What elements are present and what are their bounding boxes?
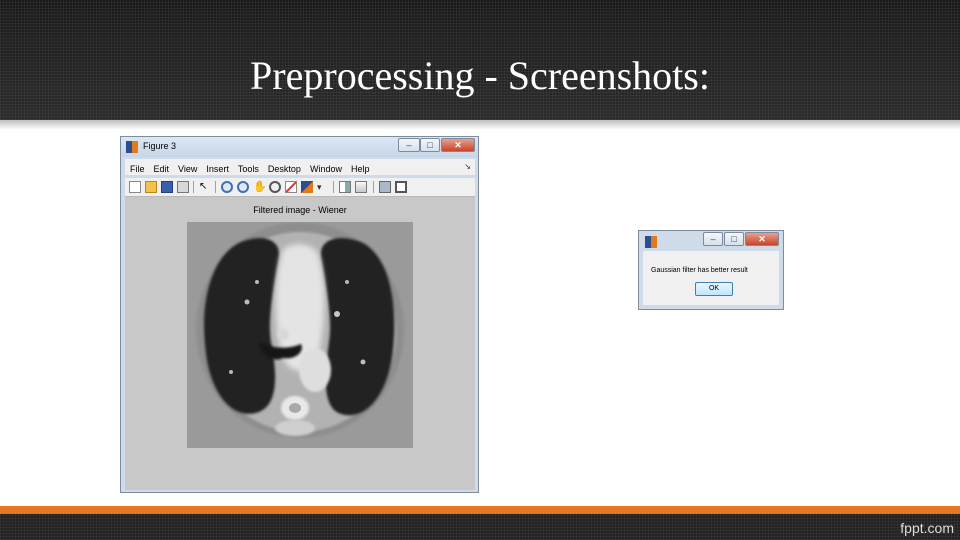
ct-scan-image bbox=[187, 222, 413, 448]
hide-plot-tools-icon[interactable] bbox=[379, 181, 391, 193]
show-plot-tools-icon[interactable] bbox=[395, 181, 407, 193]
footer-logo: fppt.com bbox=[900, 520, 954, 536]
dialog-message: Gaussian filter has better result bbox=[651, 267, 748, 274]
menu-desktop[interactable]: Desktop bbox=[263, 161, 305, 174]
rotate-3d-icon[interactable] bbox=[269, 181, 281, 193]
menu-view[interactable]: View bbox=[173, 161, 201, 174]
slide-title: Preprocessing - Screenshots: bbox=[250, 53, 710, 98]
toolbar-separator bbox=[373, 181, 374, 193]
axes-title: Filtered image - Wiener bbox=[253, 205, 347, 215]
save-icon[interactable] bbox=[161, 181, 173, 193]
figure-window: Figure 3 – □ ✕ File Edit View Insert Tools De… bbox=[120, 136, 479, 493]
menu-insert[interactable]: Insert bbox=[201, 161, 233, 174]
new-figure-icon[interactable] bbox=[129, 181, 141, 193]
menu-tools[interactable]: Tools bbox=[233, 161, 263, 174]
legend-icon[interactable] bbox=[355, 181, 367, 193]
toolbar-separator bbox=[333, 181, 334, 193]
figure-titlebar[interactable]: Figure 3 – □ ✕ bbox=[121, 137, 478, 157]
dock-arrow-icon[interactable]: ↘ bbox=[464, 162, 471, 171]
link-icon[interactable]: ▾ bbox=[317, 181, 329, 193]
figure-toolbar: ↖ ✋ ▾ bbox=[125, 177, 475, 197]
menu-file[interactable]: File bbox=[125, 161, 149, 174]
close-button[interactable]: ✕ bbox=[745, 232, 779, 246]
header-shadow bbox=[0, 120, 960, 130]
window-title: Figure 3 bbox=[143, 141, 177, 151]
dialog-body: Gaussian filter has better result OK bbox=[643, 251, 779, 305]
print-icon[interactable] bbox=[177, 181, 189, 193]
toolbar-separator bbox=[193, 181, 194, 193]
ok-button[interactable]: OK bbox=[695, 282, 733, 296]
open-file-icon[interactable] bbox=[145, 181, 157, 193]
data-cursor-icon[interactable] bbox=[285, 181, 297, 193]
colorbar-icon[interactable] bbox=[339, 181, 351, 193]
maximize-button[interactable]: □ bbox=[420, 138, 440, 152]
maximize-button[interactable]: □ bbox=[724, 232, 744, 246]
menu-edit[interactable]: Edit bbox=[149, 161, 174, 174]
pointer-icon[interactable]: ↖ bbox=[199, 181, 211, 193]
matlab-logo-icon bbox=[126, 141, 138, 153]
message-dialog: – □ ✕ Gaussian filter has better result … bbox=[638, 230, 784, 310]
zoom-in-icon[interactable] bbox=[221, 181, 233, 193]
footer-accent-bar bbox=[0, 506, 960, 514]
minimize-button[interactable]: – bbox=[703, 232, 723, 246]
brush-icon[interactable] bbox=[301, 181, 313, 193]
menu-window[interactable]: Window bbox=[305, 161, 346, 174]
minimize-button[interactable]: – bbox=[398, 138, 420, 152]
menu-bar: File Edit View Insert Tools Desktop Window Help… bbox=[125, 159, 475, 175]
figure-canvas: Filtered image - Wiener bbox=[125, 197, 475, 490]
menu-help[interactable]: Help bbox=[346, 161, 374, 174]
matlab-logo-icon bbox=[645, 236, 657, 248]
zoom-out-icon[interactable] bbox=[237, 181, 249, 193]
close-button[interactable]: ✕ bbox=[441, 138, 475, 152]
toolbar-separator bbox=[215, 181, 216, 193]
pan-icon[interactable]: ✋ bbox=[253, 181, 267, 193]
